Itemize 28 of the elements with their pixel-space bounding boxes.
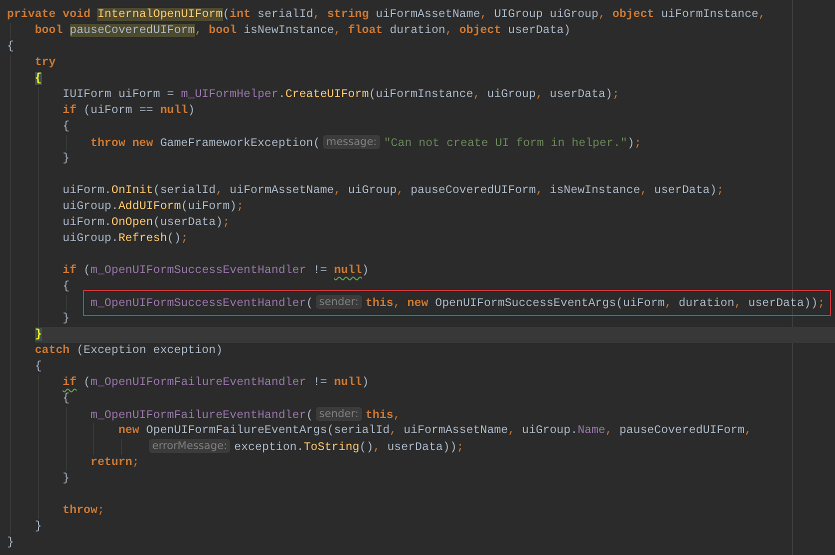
code-line: { [34, 359, 43, 375]
code-line: uiGroup.Refresh(); [62, 231, 189, 247]
code-line: if (m_OpenUIFormFailureEventHandler != null) [62, 375, 370, 391]
code-line: uiGroup.AddUIForm(uiForm); [62, 199, 245, 215]
code-line: try [34, 55, 57, 71]
code-line: bool pauseCoveredUIForm, bool isNewInstance, float duration, object userData) [34, 23, 572, 39]
code-line: { [62, 119, 71, 135]
code-line: { [62, 391, 71, 407]
code-line: private void InternalOpenUIForm(int serialId, string uiFormAssetName, UIGroup uiGroup, object uiFormInstance, [7, 7, 766, 23]
code-line: if (uiForm == null) [62, 103, 196, 119]
code-line: m_OpenUIFormFailureEventHandler( sender: this, [90, 407, 402, 423]
code-line: uiForm.OnInit(serialId, uiFormAssetName, uiGroup, pauseCoveredUIForm, isNewInstance, userData); [62, 183, 725, 199]
code-line: } [34, 519, 43, 535]
code-line: catch (Exception exception) [34, 343, 224, 359]
code-line: uiForm.OnOpen(userData); [62, 215, 231, 231]
code-line: IUIForm uiForm = m_UIFormHelper.CreateUIForm(uiFormInstance, uiGroup, userData); [62, 87, 620, 103]
code-line: { [62, 279, 71, 295]
code-line: } [62, 151, 71, 167]
code-line: if (m_OpenUIFormSuccessEventHandler != null) [62, 263, 370, 279]
code-line: new OpenUIFormFailureEventArgs(serialId, uiFormAssetName, uiGroup.Name, pauseCoveredUIForm, [118, 423, 753, 439]
code-line: throw new GameFrameworkException( message: "Can not create UI form in helper."); [90, 135, 642, 151]
code-line: return; [90, 455, 140, 471]
code-line: } [7, 535, 15, 551]
code-line: errorMessage: exception.ToString(), userData)); [146, 439, 835, 455]
code-line: throw; [62, 503, 106, 519]
code-line: { [7, 39, 15, 55]
code-line: } [62, 311, 71, 327]
code-line: } [62, 471, 71, 487]
